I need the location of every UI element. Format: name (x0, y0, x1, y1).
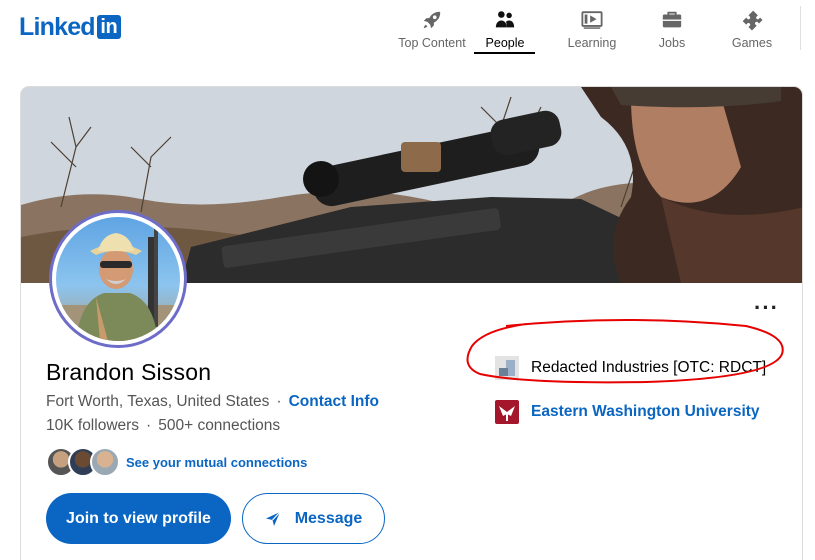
profile-location-line: Fort Worth, Texas, United States · Contact… (46, 393, 379, 411)
mutual-connections-link[interactable]: See your mutual connections (126, 455, 307, 470)
mutual-avatar (90, 447, 120, 477)
logo-wordmark: Linked (19, 13, 96, 41)
company-name: Redacted Industries [OTC: RDCT] (531, 359, 767, 376)
profile-avatar[interactable] (49, 210, 187, 348)
profile-card: ··· Brandon Sisson Fort Worth, Texas, Un… (20, 86, 803, 560)
nav-label-jobs: Jobs (658, 36, 686, 50)
nav-label-people: People (485, 36, 525, 50)
people-icon (495, 11, 515, 28)
nav-learning[interactable]: Learning (552, 0, 632, 54)
play-box-icon (581, 11, 603, 29)
message-button[interactable]: Message (242, 493, 385, 544)
mutual-avatars (46, 445, 122, 479)
nav-label-learning: Learning (567, 36, 617, 50)
separator-dot: · (276, 393, 282, 410)
education[interactable]: Eastern Washington University (495, 400, 760, 424)
profile-network-line: 10K followers · 500+ connections (46, 417, 280, 435)
message-button-label: Message (294, 509, 363, 527)
nav-top-content[interactable]: Top Content (392, 0, 472, 54)
rocket-icon (423, 11, 441, 29)
followers-count: 10K followers (46, 417, 140, 434)
connections-count: 500+ connections (158, 417, 281, 434)
current-company[interactable]: Redacted Industries [OTC: RDCT] (495, 356, 766, 380)
contact-info-link[interactable]: Contact Info (289, 393, 379, 410)
university-logo-icon (495, 400, 519, 424)
nav-label-games: Games (731, 36, 773, 50)
join-to-view-profile-button[interactable]: Join to view profile (46, 493, 231, 544)
profile-location: Fort Worth, Texas, United States (46, 393, 270, 410)
logo-in-box: in (96, 15, 121, 39)
separator-dot: · (146, 417, 152, 434)
avatar-photo (56, 217, 180, 341)
nav-jobs[interactable]: Jobs (632, 0, 712, 54)
briefcase-icon (662, 11, 682, 28)
education-name: Eastern Washington University (531, 403, 760, 420)
linkedin-logo[interactable]: Linked in (19, 14, 121, 40)
profile-name: Brandon Sisson (46, 359, 212, 385)
nav-people[interactable]: People (472, 0, 552, 54)
puzzle-icon (742, 10, 763, 31)
nav-games[interactable]: Games (712, 0, 792, 54)
more-options-button[interactable]: ··· (754, 297, 779, 319)
company-logo-icon (495, 356, 519, 380)
send-icon (265, 511, 281, 526)
nav-divider (800, 6, 801, 50)
mutual-connections[interactable]: See your mutual connections (46, 445, 307, 479)
top-nav: Top Content People Learning Jobs Games (392, 0, 792, 54)
nav-label-top-content: Top Content (398, 36, 466, 50)
